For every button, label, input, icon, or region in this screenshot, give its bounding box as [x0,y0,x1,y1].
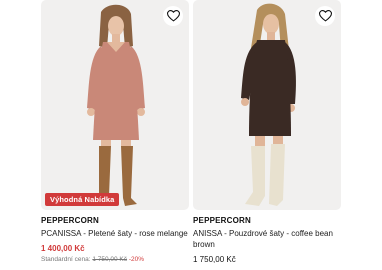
favorite-button[interactable] [163,6,183,26]
deal-badge: Výhodná Nabídka [45,193,120,206]
product-title[interactable]: ANISSA - Pouzdrové šaty - coffee bean br… [193,228,341,250]
discount-percent: -20% [128,256,145,263]
model-photo [241,3,296,206]
product-card[interactable]: Výhodná Nabídka PEPPERCORN PCANISSA - Pl… [41,0,189,263]
product-price: 1 750,00 Kč [193,255,236,264]
product-brand: PEPPERCORN [41,216,100,225]
sale-price: 1 400,00 Kč [41,244,85,253]
standard-price: Standardní cena: 1 750,00 Kč -20% [41,256,189,263]
favorite-button[interactable] [315,6,335,26]
product-image[interactable]: Výhodná Nabídka [41,0,189,210]
heart-outline-icon [318,10,332,22]
heart-outline-icon [166,10,180,22]
product-brand: PEPPERCORN [193,216,252,225]
product-title[interactable]: PCANISSA - Pletené šaty - rose melange [41,228,189,239]
old-price: 1 750,00 Kč [92,256,128,263]
standard-price-label: Standardní cena: [41,256,91,263]
product-card[interactable]: PEPPERCORN ANISSA - Pouzdrové šaty - cof… [193,0,341,264]
product-image[interactable] [193,0,341,210]
model-photo [87,4,145,206]
